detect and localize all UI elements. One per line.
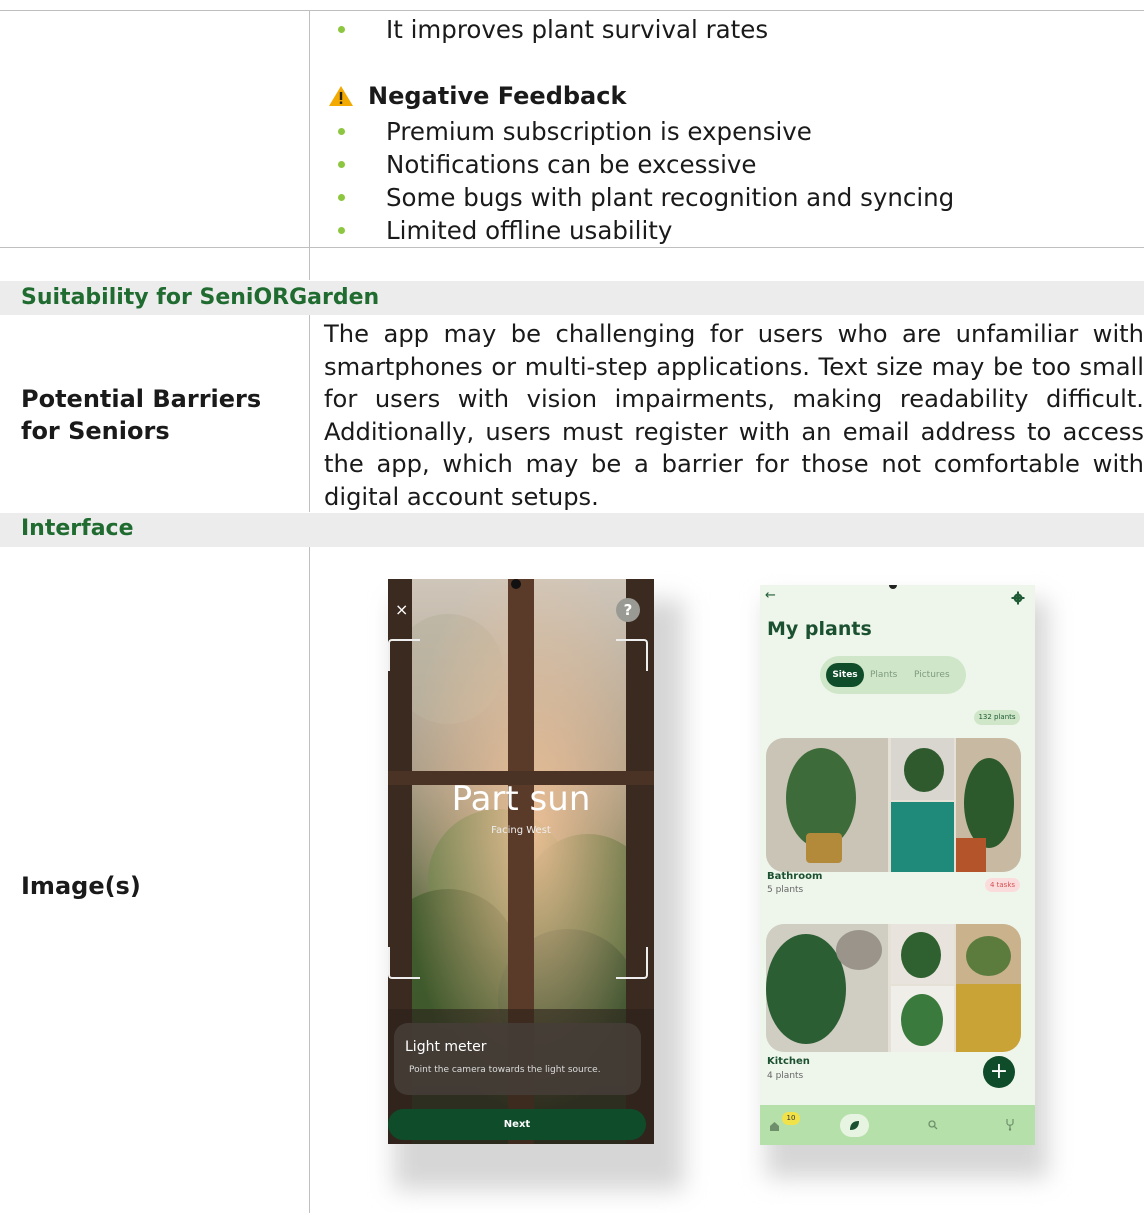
next-button[interactable]: Next bbox=[388, 1109, 646, 1140]
plant-count-badge: 132 plants bbox=[974, 710, 1020, 725]
leaf-icon bbox=[850, 1121, 859, 1130]
tab-pictures[interactable]: Pictures bbox=[914, 663, 950, 687]
light-meter-card: Light meter Point the camera towards the… bbox=[394, 1023, 641, 1095]
camera-notch bbox=[889, 585, 897, 589]
direction-subtitle: Facing West bbox=[491, 825, 551, 836]
card-text: Point the camera towards the light sourc… bbox=[409, 1065, 601, 1075]
home-icon[interactable] bbox=[769, 1121, 780, 1132]
suitability-section-header: Suitability for SeniORGarden bbox=[0, 281, 1144, 315]
positive-feedback-list: It improves plant survival rates bbox=[326, 13, 768, 46]
close-icon[interactable]: × bbox=[395, 600, 408, 619]
site-plant-count: 5 plants bbox=[767, 885, 804, 895]
tab-plants[interactable]: Plants bbox=[870, 663, 897, 687]
negative-feedback-list: Premium subscription is expensive Notifi… bbox=[326, 115, 954, 247]
warning-icon bbox=[328, 85, 354, 107]
gear-icon[interactable] bbox=[1011, 591, 1025, 605]
help-icon[interactable]: ? bbox=[616, 598, 640, 622]
view-tabs: Sites Plants Pictures bbox=[820, 656, 966, 694]
stethoscope-icon[interactable] bbox=[1005, 1118, 1016, 1131]
column-divider-top bbox=[309, 10, 310, 280]
bottom-navigation: 10 bbox=[760, 1105, 1035, 1145]
section-title: Interface bbox=[21, 516, 134, 541]
row-divider bbox=[0, 247, 1144, 248]
page-title: My plants bbox=[767, 618, 872, 640]
site-name[interactable]: Bathroom bbox=[767, 871, 822, 882]
notification-badge: 10 bbox=[782, 1112, 800, 1125]
list-item: Some bugs with plant recognition and syn… bbox=[326, 181, 954, 214]
add-site-button[interactable]: + bbox=[983, 1056, 1015, 1088]
bathroom-photo-grid[interactable] bbox=[766, 738, 1021, 872]
barrier-label: Potential Barriers for Seniors bbox=[21, 385, 262, 445]
search-icon[interactable] bbox=[928, 1120, 938, 1130]
site-name[interactable]: Kitchen bbox=[767, 1056, 810, 1067]
barrier-text: The app may be challenging for users who… bbox=[324, 320, 1144, 511]
table-top-border bbox=[0, 10, 1144, 11]
interface-section-header: Interface bbox=[0, 513, 1144, 547]
list-item: Premium subscription is expensive bbox=[326, 115, 954, 148]
kitchen-photo-grid[interactable] bbox=[766, 924, 1021, 1052]
column-divider-mid bbox=[309, 315, 310, 512]
camera-notch bbox=[511, 579, 521, 589]
negative-feedback-heading: Negative Feedback bbox=[328, 82, 626, 110]
tasks-badge: 4 tasks bbox=[985, 878, 1020, 892]
list-item: Notifications can be excessive bbox=[326, 148, 954, 181]
column-divider-bottom bbox=[309, 547, 310, 1213]
list-item: It improves plant survival rates bbox=[326, 13, 768, 46]
site-plant-count: 4 plants bbox=[767, 1071, 804, 1081]
my-plants-screenshot: ← My plants Sites Plants Pictures 132 pl… bbox=[760, 585, 1035, 1145]
card-title: Light meter bbox=[405, 1039, 487, 1055]
light-level-title: Part sun bbox=[451, 779, 591, 819]
section-title: Suitability for SeniORGarden bbox=[21, 285, 380, 310]
back-arrow-icon[interactable]: ← bbox=[765, 588, 776, 603]
light-meter-screenshot: × ? Part sun Facing West Light meter Poi… bbox=[388, 579, 654, 1144]
list-item: Limited offline usability bbox=[326, 214, 954, 247]
plants-nav-button[interactable] bbox=[840, 1114, 869, 1137]
tab-sites[interactable]: Sites bbox=[826, 663, 864, 687]
images-label: Image(s) bbox=[21, 872, 141, 900]
